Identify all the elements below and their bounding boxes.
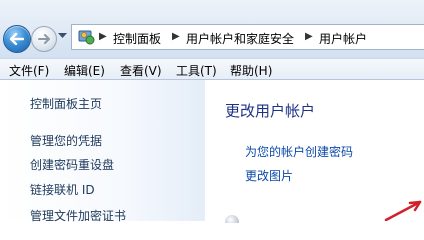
history-dropdown-icon[interactable] bbox=[58, 33, 67, 39]
task-pane: 控制面板主页 管理您的凭据 创建密码重设盘 链接联机 ID 管理文件加密证书 bbox=[0, 80, 205, 224]
change-picture-link[interactable]: 更改图片 bbox=[245, 167, 293, 184]
menu-tools[interactable]: 工具(T) bbox=[176, 62, 217, 79]
menu-bar: 文件(F) 编辑(E) 查看(V) 工具(T) 帮助(H) bbox=[0, 58, 424, 80]
manage-credentials-link[interactable]: 管理您的凭据 bbox=[30, 132, 102, 149]
create-password-link[interactable]: 为您的帐户创建密码 bbox=[245, 143, 353, 160]
navigation-bar: ▶ 控制面板 ▶ 用户帐户和家庭安全 ▶ 用户帐户 bbox=[0, 0, 424, 58]
menu-help[interactable]: 帮助(H) bbox=[230, 62, 272, 79]
forward-arrow-icon bbox=[38, 34, 50, 44]
menu-file[interactable]: 文件(F) bbox=[9, 62, 49, 79]
menu-edit[interactable]: 编辑(E) bbox=[64, 62, 105, 79]
breadcrumb-separator-icon[interactable]: ▶ bbox=[305, 31, 313, 42]
main-content: 更改用户帐户 为您的帐户创建密码 更改图片 bbox=[205, 80, 424, 223]
control-panel-icon bbox=[78, 30, 95, 45]
breadcrumb-user-accounts-family-safety[interactable]: 用户帐户和家庭安全 bbox=[186, 30, 294, 47]
forward-button[interactable] bbox=[31, 26, 57, 52]
control-panel-home-link[interactable]: 控制面板主页 bbox=[30, 95, 102, 112]
breadcrumb-user-accounts[interactable]: 用户帐户 bbox=[319, 30, 367, 47]
create-password-reset-disk-link[interactable]: 创建密码重设盘 bbox=[30, 156, 114, 173]
page-title: 更改用户帐户 bbox=[225, 102, 316, 120]
back-arrow-icon bbox=[10, 33, 24, 45]
link-online-id-link[interactable]: 链接联机 ID bbox=[30, 181, 95, 198]
red-arrow-annotation bbox=[384, 200, 422, 221]
user-account-icon bbox=[225, 215, 239, 223]
menu-view[interactable]: 查看(V) bbox=[120, 62, 162, 79]
breadcrumb-separator-icon[interactable]: ▶ bbox=[172, 31, 180, 42]
back-button[interactable] bbox=[3, 25, 31, 53]
breadcrumb-separator-icon[interactable]: ▶ bbox=[99, 31, 107, 42]
manage-encryption-certificates-link[interactable]: 管理文件加密证书 bbox=[30, 207, 126, 224]
address-bar[interactable]: ▶ 控制面板 ▶ 用户帐户和家庭安全 ▶ 用户帐户 bbox=[71, 24, 424, 50]
breadcrumb-control-panel[interactable]: 控制面板 bbox=[113, 30, 161, 47]
